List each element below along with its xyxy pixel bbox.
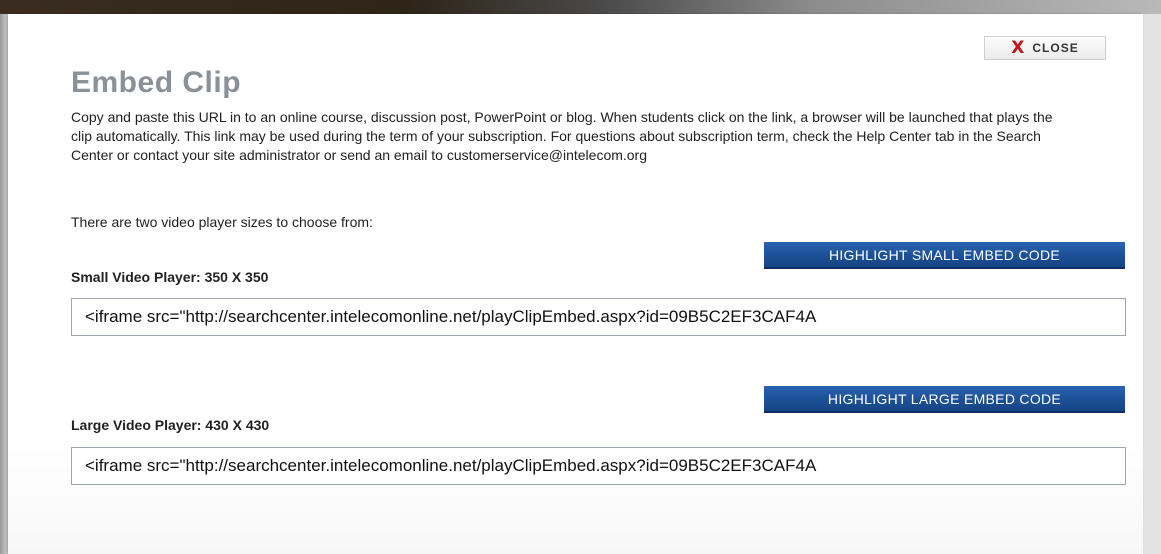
large-embed-code-field[interactable] bbox=[71, 447, 1126, 485]
dialog-title: Embed Clip bbox=[71, 66, 242, 99]
close-icon: X bbox=[1011, 37, 1025, 58]
small-embed-code-field[interactable] bbox=[71, 298, 1126, 336]
background-page-strip bbox=[0, 0, 1161, 14]
small-player-label: Small Video Player: 350 X 350 bbox=[71, 269, 269, 285]
highlight-large-embed-button[interactable]: HIGHLIGHT LARGE EMBED CODE bbox=[764, 386, 1125, 413]
embed-clip-dialog: X CLOSE Embed Clip Copy and paste this U… bbox=[8, 14, 1143, 554]
close-button[interactable]: X CLOSE bbox=[984, 36, 1106, 60]
large-player-label: Large Video Player: 430 X 430 bbox=[71, 417, 270, 433]
dialog-description: Copy and paste this URL in to an online … bbox=[71, 109, 1053, 163]
highlight-small-embed-button[interactable]: HIGHLIGHT SMALL EMBED CODE bbox=[764, 242, 1125, 269]
player-size-intro: There are two video player sizes to choo… bbox=[71, 214, 373, 230]
overlay-right-edge bbox=[1143, 14, 1161, 554]
overlay-left-edge bbox=[0, 14, 8, 554]
close-label: CLOSE bbox=[1032, 41, 1079, 55]
